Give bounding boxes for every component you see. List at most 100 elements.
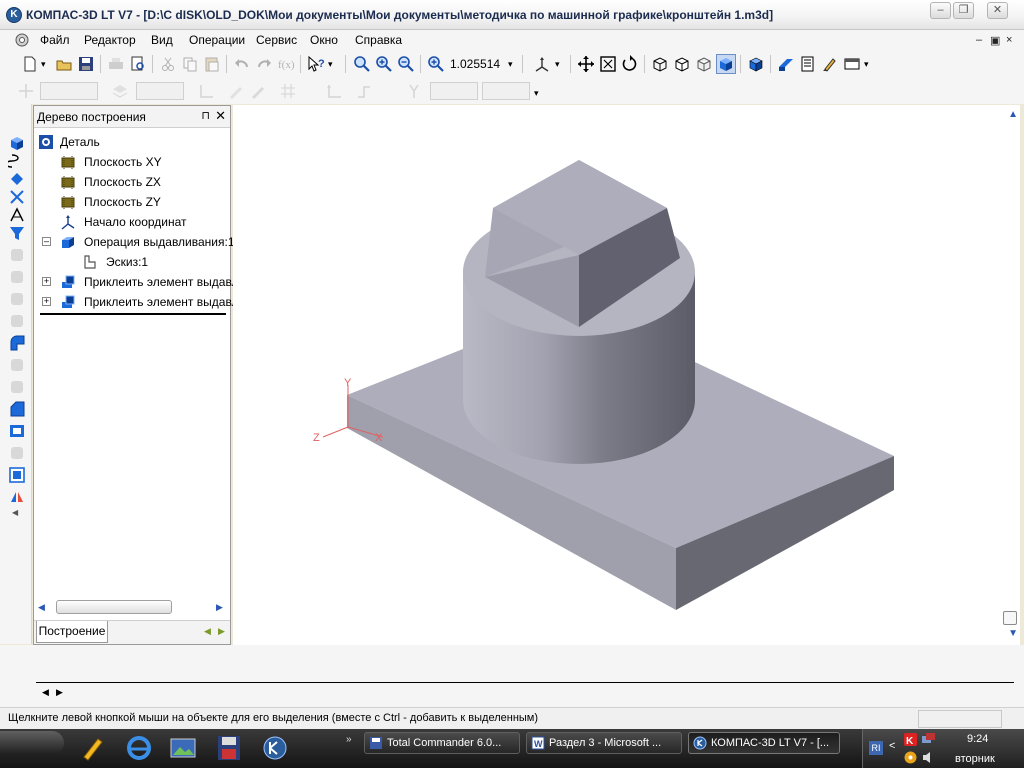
array-icon[interactable] (8, 466, 26, 484)
antivirus-tray-icon[interactable]: K (903, 732, 918, 747)
tree-node-plane-zy[interactable]: Плоскость ZY (60, 192, 161, 212)
print-button[interactable] (106, 54, 126, 74)
shell-icon[interactable] (8, 422, 26, 440)
task-kompas[interactable]: КОМПАС-3D LT V7 - [... (688, 732, 840, 754)
menu-edit[interactable]: Редактор (84, 33, 136, 47)
menu-help[interactable]: Справка (355, 33, 402, 47)
zoom-button[interactable] (352, 54, 372, 74)
context-help-button[interactable]: ? (306, 54, 326, 74)
property-next-arrow[interactable]: ▶ (56, 687, 63, 698)
menu-window[interactable]: Окно (310, 33, 338, 47)
undo-button[interactable] (232, 54, 252, 74)
total-commander-quicklaunch-icon[interactable] (78, 733, 108, 763)
expand-toggle[interactable]: + (42, 277, 51, 286)
tree-horizontal-scrollbar[interactable]: ◀ ▶ (38, 600, 226, 614)
internet-explorer-icon[interactable] (124, 733, 154, 763)
tree-node-extrusion[interactable]: Операция выдавливания:1 (60, 232, 235, 252)
viewport-scroll-down[interactable]: ▼ (1008, 628, 1018, 639)
tab-prev-arrow[interactable]: ◀ (204, 626, 211, 637)
aux-geometry-icon[interactable] (8, 188, 26, 206)
ortho-button[interactable] (324, 81, 344, 101)
orientation-dropdown-arrow[interactable]: ▾ (555, 59, 560, 70)
section-button[interactable] (776, 54, 796, 74)
task-word-document[interactable]: W Раздел 3 - Microsoft ... (526, 732, 682, 754)
edit-tool-button[interactable] (248, 81, 268, 101)
save-button[interactable] (76, 54, 96, 74)
model-viewport[interactable]: Y X Z ▲ ▼ (233, 105, 1020, 645)
property-prev-arrow[interactable]: ◀ (42, 687, 49, 698)
cut-button[interactable] (158, 54, 178, 74)
open-button[interactable] (54, 54, 74, 74)
redo-button[interactable] (254, 54, 274, 74)
round-button[interactable] (354, 81, 374, 101)
tool-disabled-2-icon[interactable] (8, 268, 26, 286)
preview-button[interactable] (128, 54, 148, 74)
fillet-icon[interactable] (8, 334, 26, 352)
toolbar-more-arrow[interactable]: ◀ (12, 508, 18, 517)
mdi-minimize-button[interactable]: – (976, 34, 982, 46)
chamfer-icon[interactable] (8, 400, 26, 418)
orientation-button[interactable] (532, 54, 552, 74)
tree-node-origin[interactable]: Начало координат (60, 212, 187, 232)
zoom-in-button[interactable] (374, 54, 394, 74)
state-field-x[interactable] (430, 82, 478, 100)
task-total-commander[interactable]: Total Commander 6.0... (364, 732, 520, 754)
edit-details-icon[interactable] (8, 134, 26, 152)
state-combo-2[interactable] (136, 82, 184, 100)
perspective-button[interactable] (746, 54, 766, 74)
zoom-scale-button[interactable] (426, 54, 446, 74)
restore-button[interactable]: ❐ (953, 2, 974, 19)
properties-button[interactable] (798, 54, 818, 74)
language-indicator[interactable]: RI (869, 741, 883, 755)
tree-node-detail[interactable]: Деталь (38, 132, 100, 152)
layer-button[interactable] (110, 81, 130, 101)
minimize-button[interactable]: – (930, 2, 951, 19)
scroll-right-arrow[interactable]: ▶ (216, 600, 226, 614)
measure-icon[interactable] (8, 206, 26, 224)
function-button[interactable]: f(x) (276, 54, 296, 74)
menu-service[interactable]: Сервис (256, 33, 297, 47)
zoom-out-button[interactable] (396, 54, 416, 74)
axis-lock-button[interactable] (404, 81, 424, 101)
color-button[interactable] (820, 54, 840, 74)
close-button[interactable]: ✕ (987, 2, 1008, 19)
mdi-close-button[interactable]: × (1006, 34, 1012, 46)
tool-disabled-1-icon[interactable] (8, 246, 26, 264)
start-button[interactable] (0, 731, 64, 755)
options-button[interactable] (842, 54, 862, 74)
paste-button[interactable] (202, 54, 222, 74)
menu-operations[interactable]: Операции (189, 33, 245, 47)
surfaces-icon[interactable] (8, 170, 26, 188)
tab-next-arrow[interactable]: ▶ (218, 626, 225, 637)
state-combo-1[interactable] (40, 82, 98, 100)
network-tray-icon[interactable] (921, 732, 936, 747)
help-dropdown-arrow[interactable]: ▾ (328, 59, 333, 70)
mirror-icon[interactable] (8, 488, 26, 506)
tree-node-boss-1[interactable]: Приклеить элемент выдавл (60, 272, 239, 292)
menu-file[interactable]: Файл (40, 33, 70, 47)
sketch-tool-button[interactable] (226, 81, 246, 101)
snap-button[interactable] (16, 81, 36, 101)
tool-disabled-6-icon[interactable] (8, 378, 26, 396)
filter-icon[interactable] (8, 224, 26, 242)
show-all-button[interactable] (598, 54, 618, 74)
tree-node-plane-xy[interactable]: Плоскость XY (60, 152, 162, 172)
new-document-button[interactable] (20, 54, 40, 74)
quicklaunch-overflow[interactable]: » (346, 734, 352, 745)
tab-build[interactable]: Построение (36, 621, 108, 643)
scroll-left-arrow[interactable]: ◀ (38, 600, 48, 614)
menu-view[interactable]: Вид (151, 33, 173, 47)
viewport-corner-button[interactable] (1003, 611, 1017, 625)
pan-button[interactable] (576, 54, 596, 74)
collapse-toggle[interactable]: – (42, 237, 51, 246)
document-menu-icon[interactable] (14, 32, 30, 48)
picture-viewer-icon[interactable] (168, 733, 198, 763)
coords-button[interactable] (196, 81, 216, 101)
scroll-thumb[interactable] (56, 600, 172, 614)
tool-disabled-5-icon[interactable] (8, 356, 26, 374)
grid-button[interactable] (278, 81, 298, 101)
viewport-scroll-up[interactable]: ▲ (1008, 109, 1018, 120)
curves-icon[interactable] (8, 152, 26, 170)
floppy-icon[interactable] (214, 733, 244, 763)
rotate-button[interactable] (620, 54, 640, 74)
